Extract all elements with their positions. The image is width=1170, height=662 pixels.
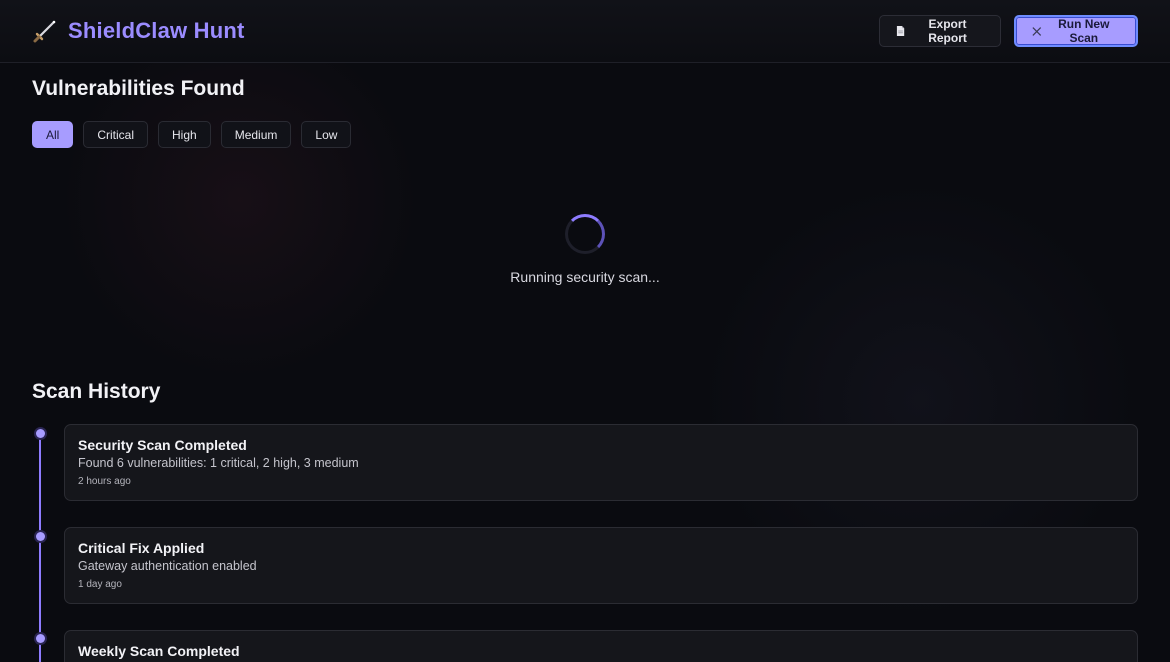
- run-new-scan-label: Run New Scan: [1058, 17, 1110, 45]
- document-icon: [896, 25, 905, 37]
- vulnerabilities-heading: Vulnerabilities Found: [32, 77, 245, 100]
- history-item-time: 2 hours ago: [78, 476, 131, 487]
- app-header: ShieldClaw Hunt Export Report Run New Sc…: [0, 0, 1170, 63]
- filter-critical[interactable]: Critical: [83, 121, 149, 148]
- timeline-dot: [36, 429, 45, 438]
- crossed-swords-icon: [1032, 26, 1042, 36]
- export-report-label: Export Report: [928, 17, 967, 45]
- history-item-title: Critical Fix Applied: [78, 540, 205, 556]
- severity-filters: All Critical High Medium Low: [32, 121, 352, 148]
- run-new-scan-button[interactable]: Run New Scan: [1014, 15, 1138, 47]
- filter-low[interactable]: Low: [301, 121, 352, 148]
- filter-high[interactable]: High: [158, 121, 211, 148]
- timeline-dot: [36, 634, 45, 643]
- timeline-dot: [36, 532, 45, 541]
- scan-history-heading: Scan History: [32, 380, 161, 403]
- loading-spinner: [565, 214, 605, 254]
- history-item[interactable]: Weekly Scan Completed: [64, 630, 1138, 662]
- loading-text: Running security scan...: [510, 269, 660, 285]
- history-item-title: Weekly Scan Completed: [78, 643, 240, 659]
- filter-all[interactable]: All: [32, 121, 74, 148]
- history-item-time: 1 day ago: [78, 579, 122, 590]
- filter-medium[interactable]: Medium: [220, 121, 292, 148]
- history-item[interactable]: Security Scan Completed Found 6 vulnerab…: [64, 424, 1138, 501]
- history-item-title: Security Scan Completed: [78, 437, 247, 453]
- export-report-button[interactable]: Export Report: [879, 15, 1001, 47]
- dagger-icon: [33, 20, 56, 43]
- history-item-description: Gateway authentication enabled: [78, 559, 257, 573]
- timeline-line: [39, 433, 41, 662]
- history-item-description: Found 6 vulnerabilities: 1 critical, 2 h…: [78, 456, 359, 470]
- history-item[interactable]: Critical Fix Applied Gateway authenticat…: [64, 527, 1138, 604]
- app-title: ShieldClaw Hunt: [68, 18, 245, 43]
- header-actions: Export Report Run New Scan: [879, 15, 1138, 47]
- brand: ShieldClaw Hunt: [32, 18, 245, 44]
